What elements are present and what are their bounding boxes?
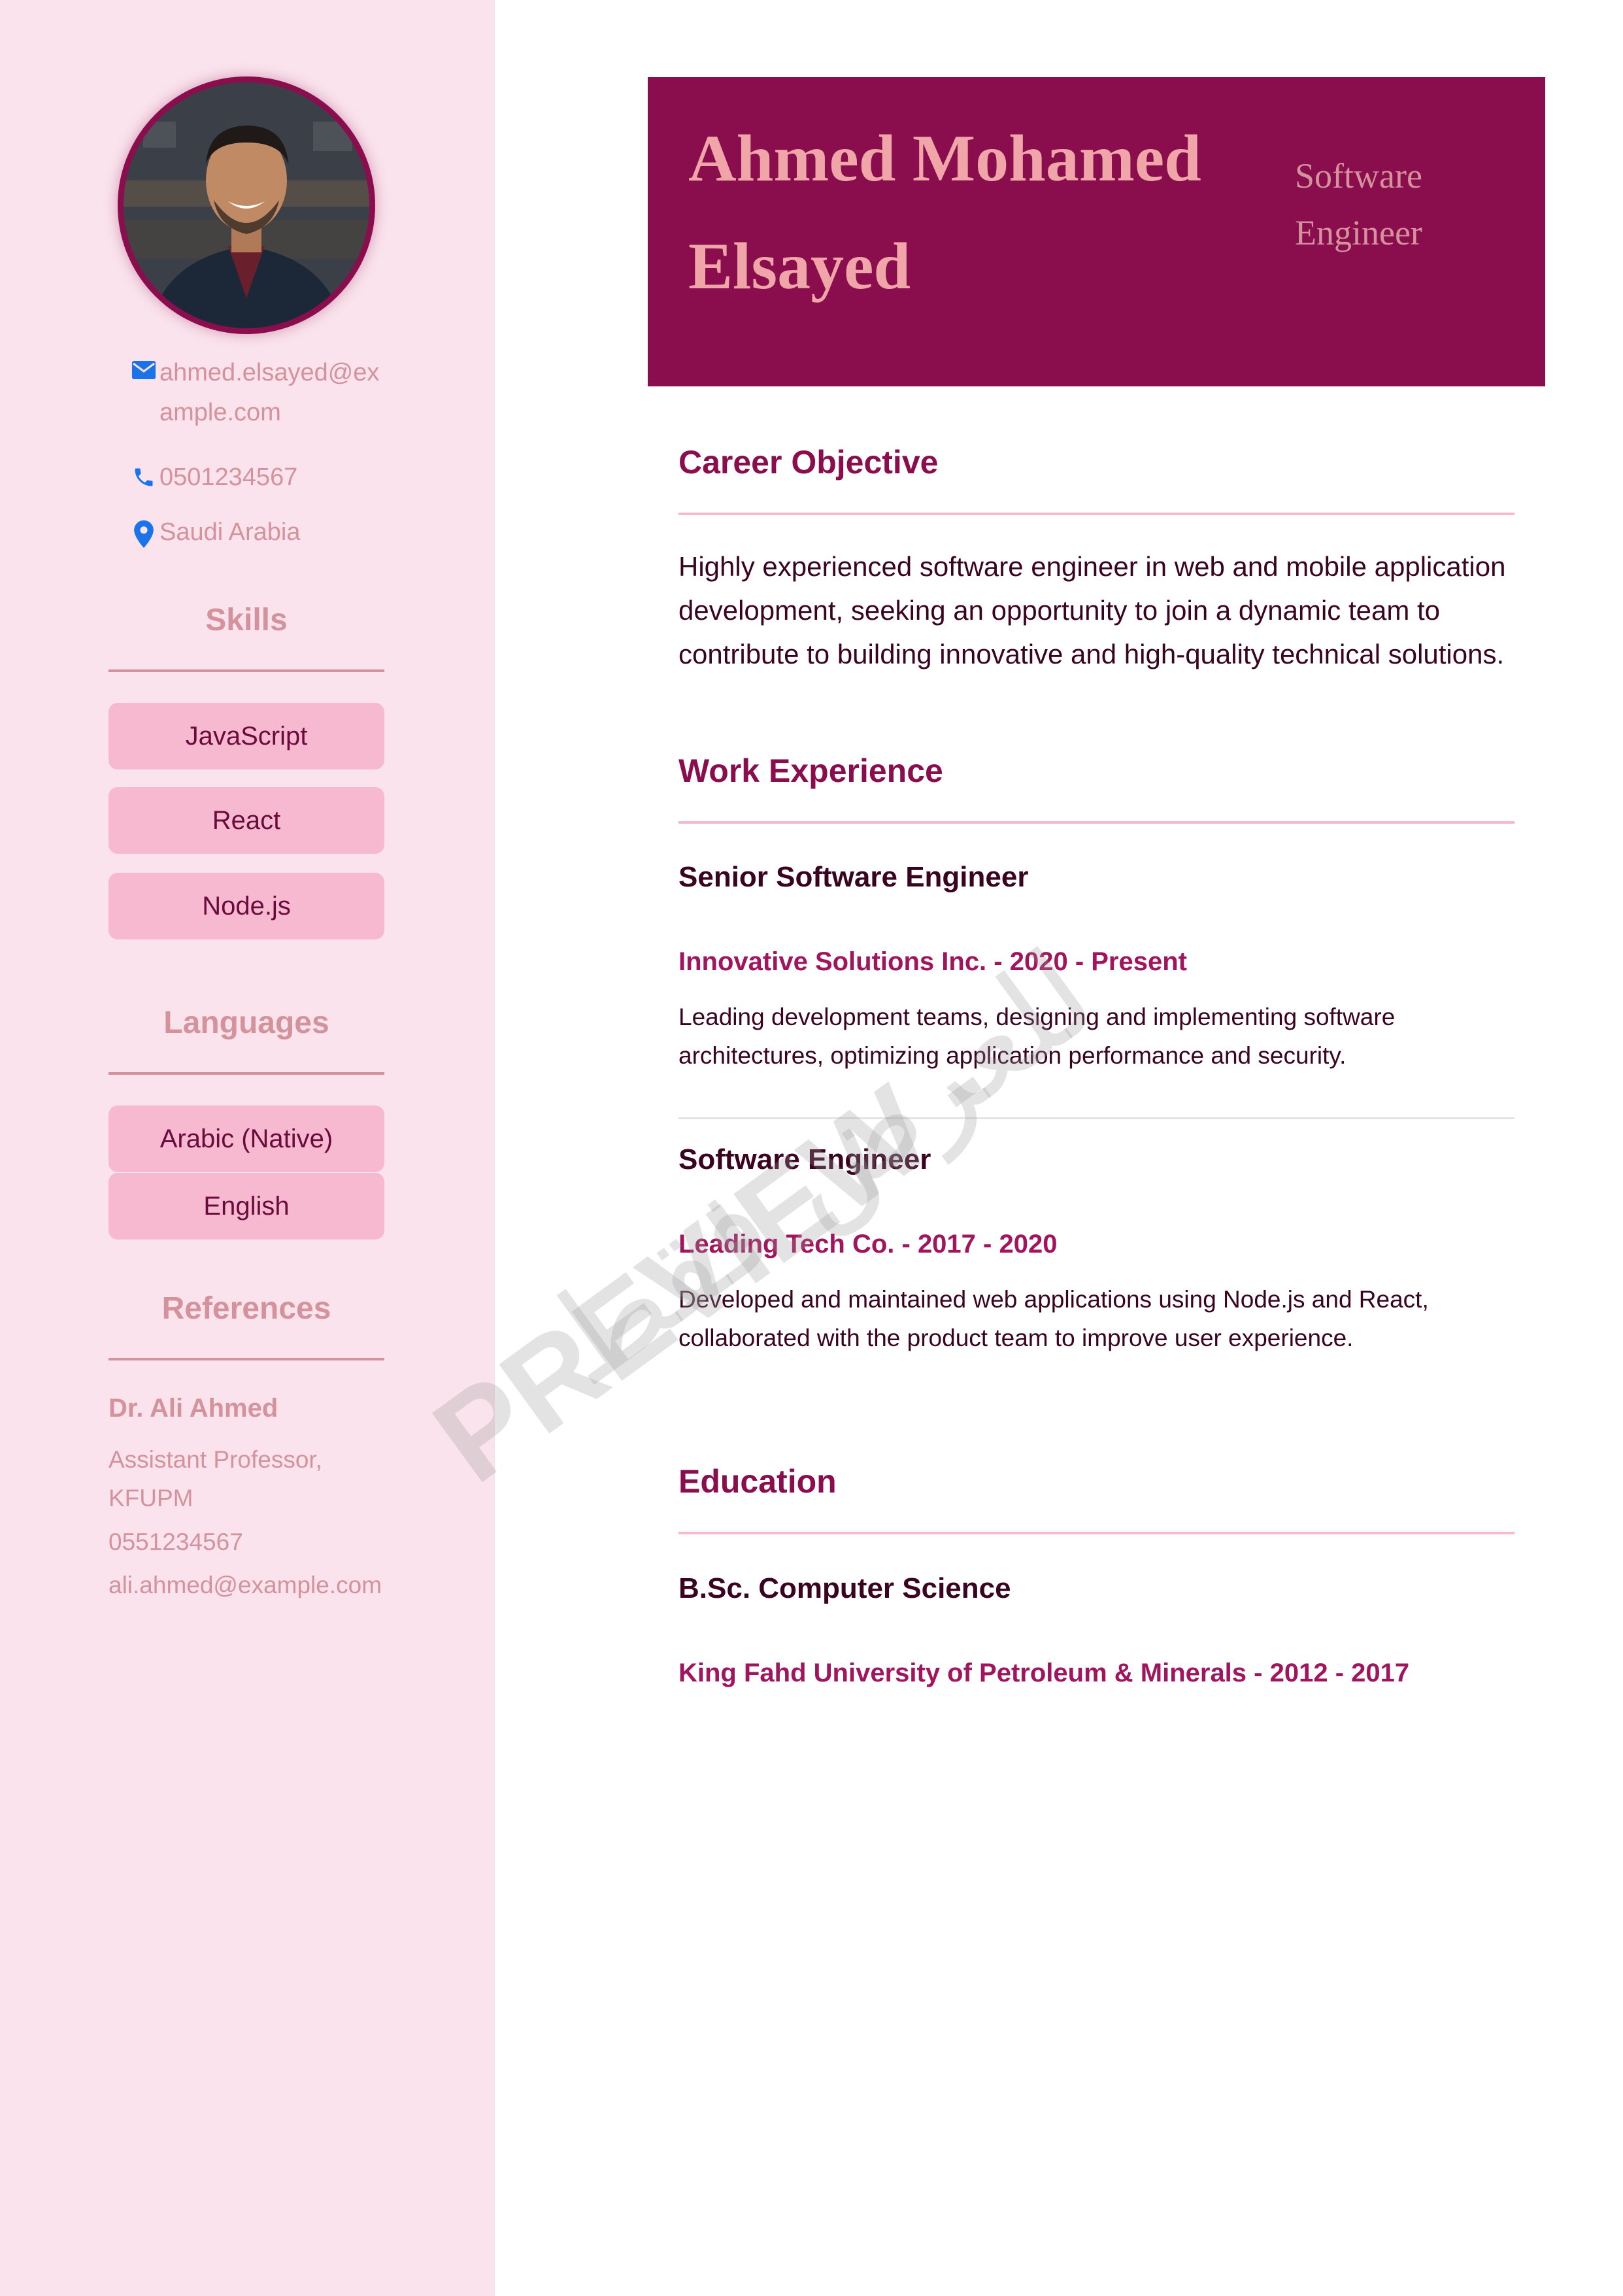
objective-text: Highly experienced software engineer in …: [678, 545, 1528, 676]
school-name: King Fahd University of Petroleum & Mine…: [678, 1659, 1410, 1687]
candidate-name: Ahmed Mohamed Elsayed: [688, 105, 1263, 320]
skills-heading: Skills: [205, 603, 288, 637]
job-desc-line: Leading development teams, designing and…: [678, 1004, 1396, 1030]
experience-divider: [678, 821, 1514, 824]
role-line: Engineer: [1295, 213, 1422, 252]
job-desc-line: collaborated with the product team to im…: [678, 1325, 1354, 1351]
avatar: [118, 76, 375, 334]
map-pin-icon: [128, 513, 159, 548]
job-company: Leading Tech Co. - 2017 - 2020: [678, 1230, 1058, 1258]
objective-heading: Career Objective: [678, 444, 939, 481]
job-description: Developed and maintained web application…: [678, 1280, 1528, 1357]
skill-pill: JavaScript: [109, 703, 384, 769]
profile-photo: [124, 82, 369, 328]
education-divider: [678, 1532, 1514, 1534]
location-text: Saudi Arabia: [159, 518, 301, 546]
envelope-icon: [128, 353, 159, 379]
reference-title: Assistant Professor,: [109, 1446, 322, 1473]
reference-email: ali.ahmed@example.com: [109, 1572, 382, 1598]
job-divider: [678, 1117, 1514, 1119]
job-desc-line: Developed and maintained web application…: [678, 1286, 1429, 1313]
sidebar: ahmed.elsayed@example.com 0501234567 Sau…: [0, 0, 495, 2296]
references-divider: [109, 1358, 384, 1360]
watermark-text: PREVIEW -: [410, 1015, 1016, 1509]
objective-divider: [678, 513, 1514, 515]
job-title: Software Engineer: [678, 1143, 931, 1175]
reference-phone: 0551234567: [109, 1528, 243, 1555]
objective-line: Highly experienced software engineer in …: [678, 551, 1506, 582]
name-line: Ahmed Mohamed: [688, 122, 1201, 195]
references-heading: References: [161, 1291, 331, 1326]
reference-affiliation: KFUPM: [109, 1485, 193, 1511]
contact-location: Saudi Arabia: [128, 513, 382, 552]
skill-pill: React: [109, 787, 384, 854]
skill-pill: Node.js: [109, 873, 384, 939]
experience-heading: Work Experience: [678, 752, 943, 789]
phone-text: 0501234567: [159, 464, 298, 491]
role-line: Software: [1295, 156, 1422, 195]
education-heading: Education: [678, 1463, 837, 1500]
contact-email[interactable]: ahmed.elsayed@example.com: [128, 353, 382, 433]
languages-divider: [109, 1072, 384, 1075]
languages-heading: Languages: [163, 1005, 329, 1040]
email-text: ahmed.elsayed@example.com: [159, 359, 380, 426]
objective-line: contribute to building innovative and hi…: [678, 639, 1505, 669]
job-description: Leading development teams, designing and…: [678, 998, 1528, 1075]
name-line: Elsayed: [688, 229, 911, 303]
header-banner: Ahmed Mohamed Elsayed Software Engineer: [648, 77, 1545, 386]
contact-phone[interactable]: 0501234567: [128, 458, 382, 498]
job-role: Software Engineer: [1295, 148, 1491, 262]
degree-title: B.Sc. Computer Science: [678, 1572, 1011, 1604]
job-company: Innovative Solutions Inc. - 2020 - Prese…: [678, 947, 1187, 976]
job-title: Senior Software Engineer: [678, 861, 1029, 893]
objective-line: development, seeking an opportunity to j…: [678, 595, 1441, 626]
phone-icon: [128, 458, 159, 489]
job-desc-line: architectures, optimizing application pe…: [678, 1042, 1347, 1069]
skills-divider: [109, 669, 384, 672]
reference-name: Dr. Ali Ahmed: [109, 1394, 278, 1423]
language-pill: English: [109, 1173, 384, 1240]
language-pill: Arabic (Native): [109, 1106, 384, 1172]
